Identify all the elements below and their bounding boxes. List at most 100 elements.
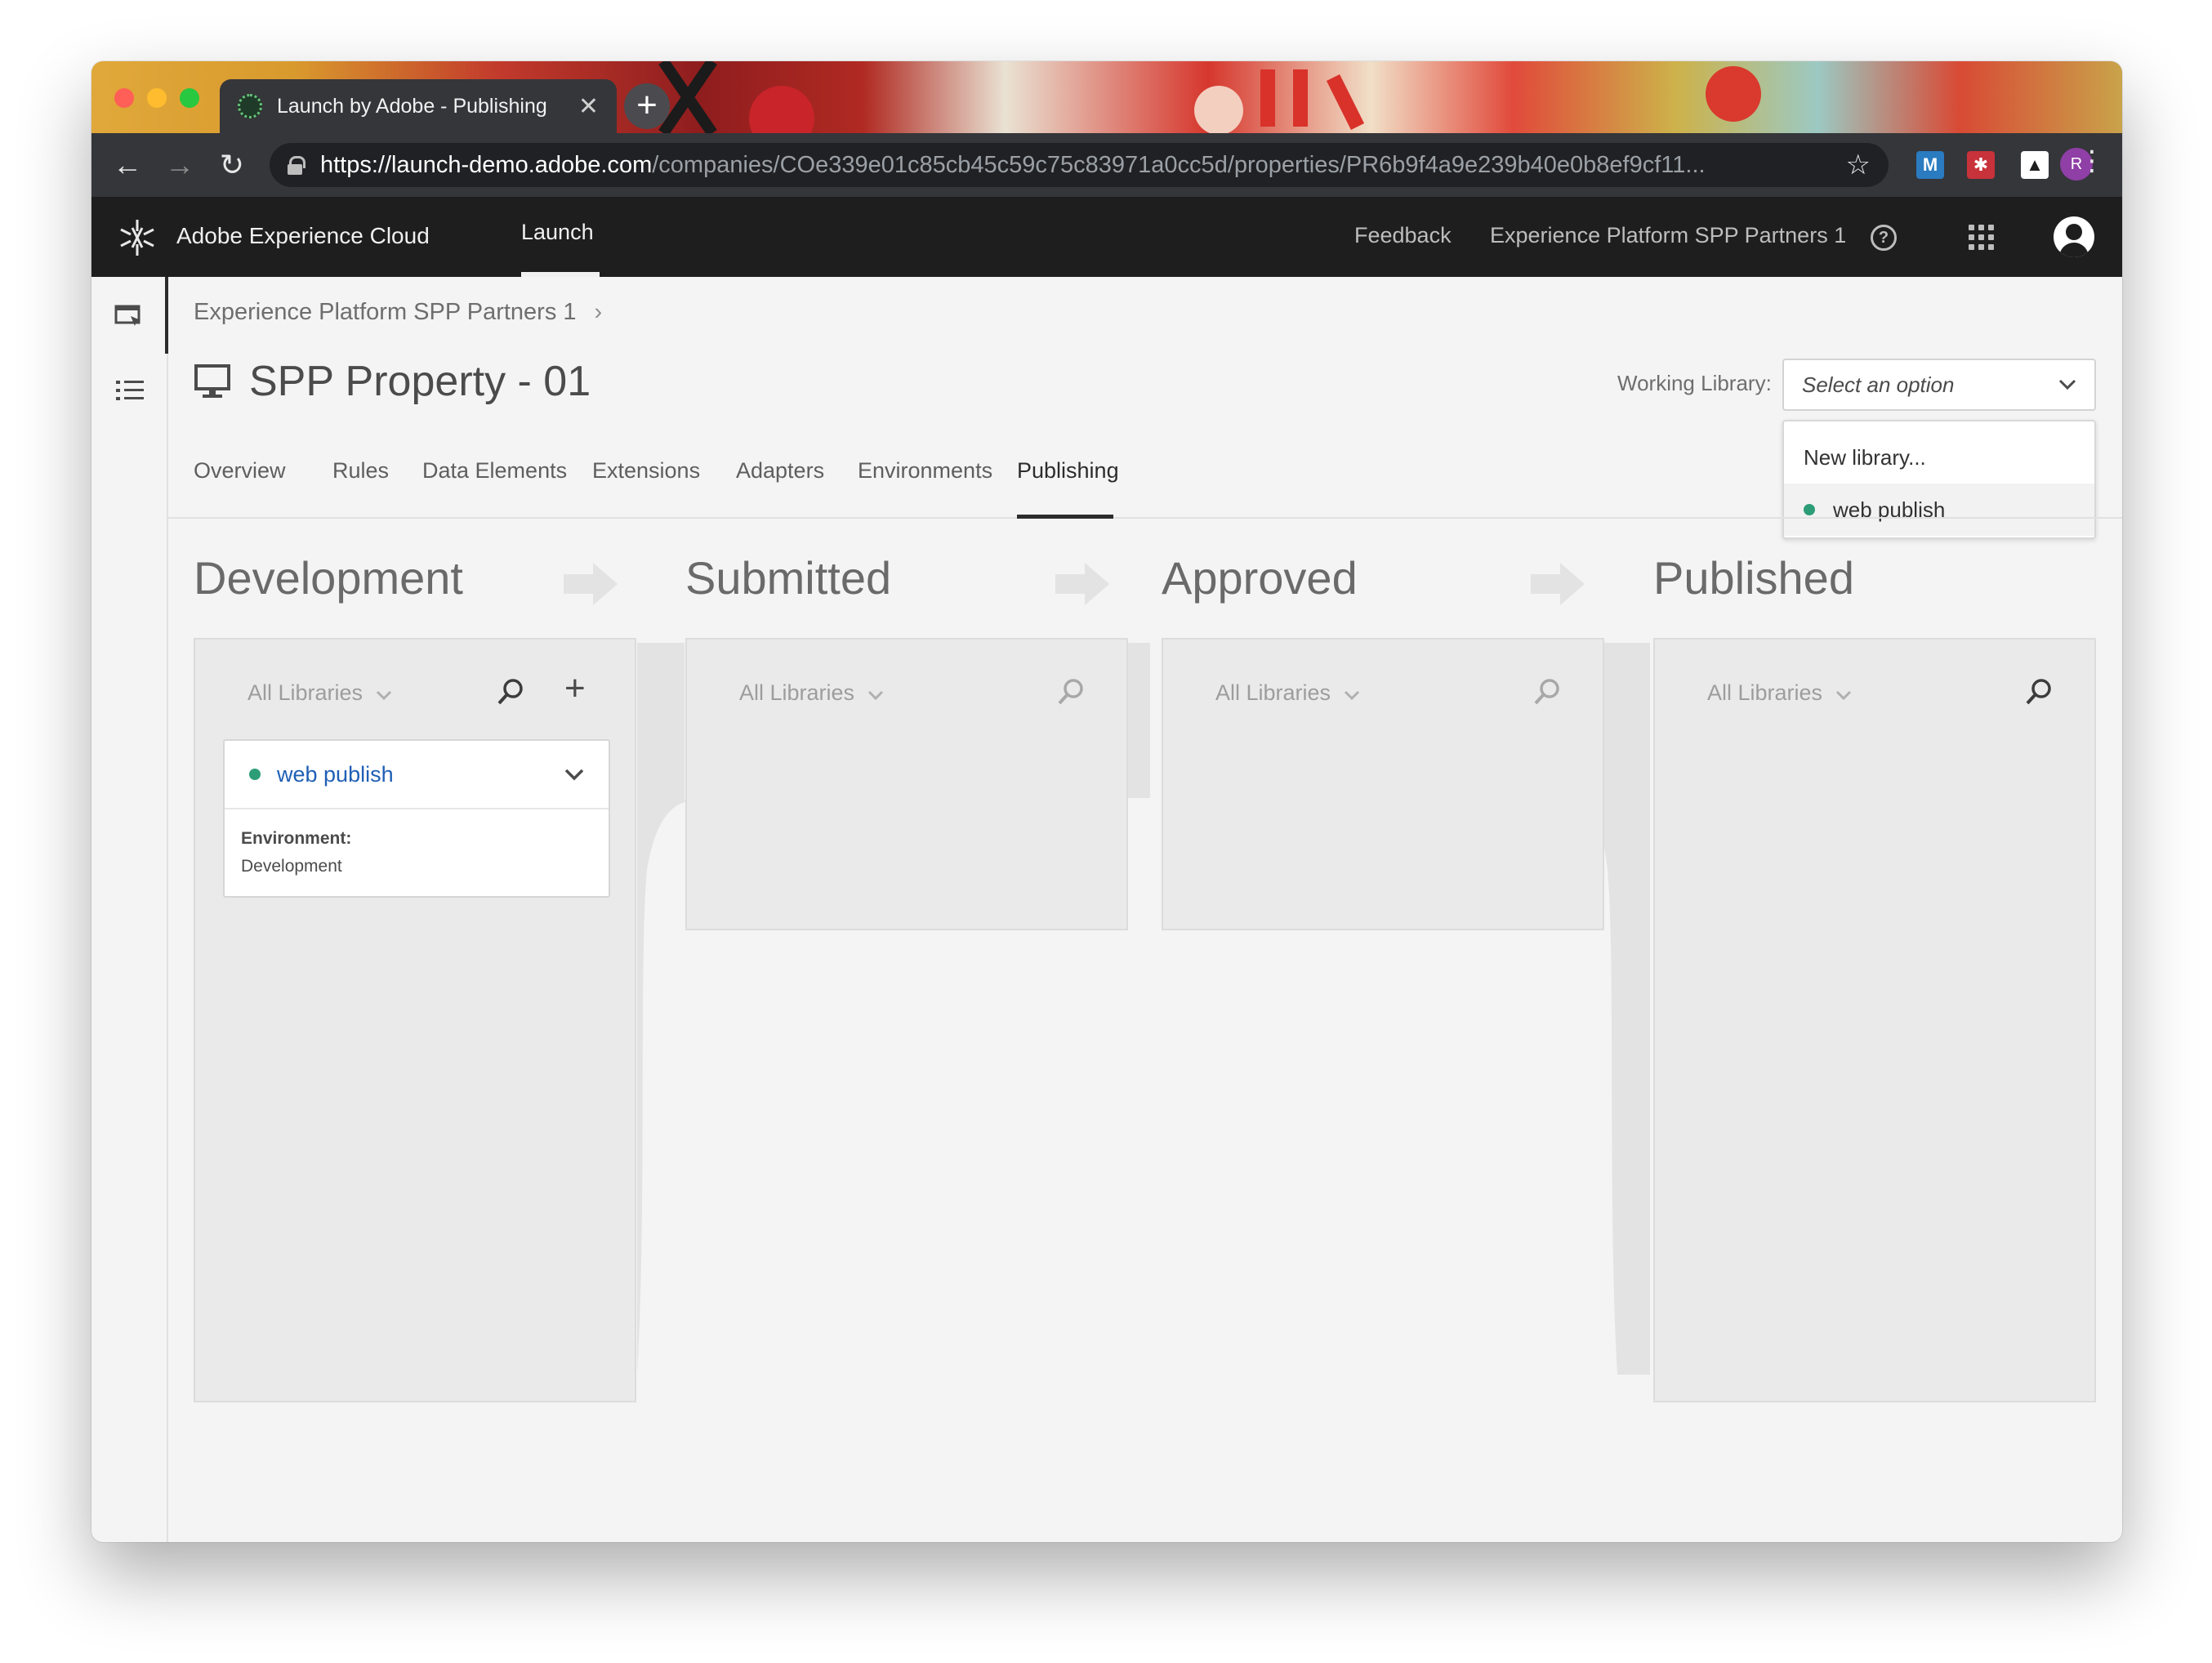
tab-publishing[interactable]: Publishing xyxy=(1017,458,1119,484)
option-new-library[interactable]: New library... xyxy=(1784,431,2094,484)
flow-arrow-icon xyxy=(1531,563,1585,605)
page-title: SPP Property - 01 xyxy=(194,357,591,406)
option-web-publish[interactable]: web publish xyxy=(1784,484,2094,536)
rail-active-indicator xyxy=(165,277,168,354)
breadcrumb: Experience Platform SPP Partners 1 › xyxy=(194,299,602,326)
tab-data-elements[interactable]: Data Elements xyxy=(422,458,567,484)
list-icon[interactable] xyxy=(116,378,145,404)
close-tab-icon[interactable]: ✕ xyxy=(578,92,599,121)
bookmark-star-icon[interactable]: ☆ xyxy=(1846,149,1871,181)
property-title: SPP Property - 01 xyxy=(249,358,591,405)
extension-triangle-icon[interactable]: ▲ xyxy=(2021,151,2049,179)
launch-favicon-icon xyxy=(238,94,262,118)
column-title-submitted: Submitted xyxy=(685,552,892,604)
library-filter-dropdown[interactable]: All Libraries xyxy=(1215,680,1360,706)
back-arrow-icon[interactable]: ← xyxy=(103,148,152,182)
browser-toolbar: ← → ↻ https://launch-demo.adobe.com/comp… xyxy=(91,133,2122,197)
window-zoom-button[interactable] xyxy=(180,88,199,108)
add-library-button[interactable]: + xyxy=(564,671,586,707)
chevron-down-icon xyxy=(1345,690,1360,700)
library-filter-dropdown[interactable]: All Libraries xyxy=(739,680,884,706)
chevron-down-icon xyxy=(868,690,884,700)
org-switcher[interactable]: Experience Platform SPP Partners 1 xyxy=(1490,223,1846,248)
url-host: https://launch-demo.adobe.com xyxy=(320,151,653,178)
search-icon[interactable] xyxy=(1532,677,1562,707)
library-card-header[interactable]: web publish xyxy=(225,741,609,809)
library-card[interactable]: web publish Environment: Development xyxy=(223,739,610,898)
column-header: All Libraries xyxy=(687,640,1126,746)
search-icon[interactable] xyxy=(496,677,525,707)
user-avatar-icon[interactable] xyxy=(2054,216,2094,257)
tab-rules[interactable]: Rules xyxy=(332,458,389,484)
status-dot-icon xyxy=(1804,504,1815,515)
chevron-down-icon xyxy=(1836,690,1852,700)
browser-tab-active[interactable]: Launch by Adobe - Publishing ✕ xyxy=(220,79,617,133)
tab-publishing-underline xyxy=(1017,515,1113,519)
working-library-dropdown: New library... web publish xyxy=(1782,420,2096,539)
column-published: All Libraries xyxy=(1653,638,2096,1402)
column-header: All Libraries + xyxy=(195,640,635,746)
search-icon[interactable] xyxy=(1056,677,1086,707)
property-icon[interactable] xyxy=(114,303,144,329)
extension-red-icon[interactable]: ✱ xyxy=(1967,151,1995,179)
browser-tab-title: Launch by Adobe - Publishing xyxy=(277,94,547,118)
tab-adapters[interactable]: Adapters xyxy=(736,458,824,484)
library-filter-label: All Libraries xyxy=(739,680,855,705)
library-filter-dropdown[interactable]: All Libraries xyxy=(248,680,392,706)
address-bar[interactable]: https://launch-demo.adobe.com/companies/… xyxy=(270,143,1889,187)
working-library-label: Working Library: xyxy=(1617,371,1772,395)
extension-m-icon[interactable]: M xyxy=(1916,151,1944,179)
chevron-down-icon[interactable] xyxy=(564,768,584,781)
status-dot-icon xyxy=(249,769,261,780)
browser-menu-icon[interactable]: ⋮ xyxy=(2078,145,2106,177)
window-close-button[interactable] xyxy=(114,88,134,108)
flow-arrow-icon xyxy=(564,563,618,605)
tab-environments[interactable]: Environments xyxy=(858,458,992,484)
new-tab-button[interactable]: + xyxy=(624,83,670,129)
column-approved: All Libraries xyxy=(1162,638,1604,930)
library-filter-label: All Libraries xyxy=(248,680,363,705)
column-submitted: All Libraries xyxy=(685,638,1128,930)
column-title-development: Development xyxy=(194,552,463,604)
forward-arrow-icon[interactable]: → xyxy=(155,148,204,182)
monitor-icon xyxy=(194,364,230,398)
window-minimize-button[interactable] xyxy=(147,88,167,108)
tabs-divider xyxy=(168,517,2122,519)
tab-overview[interactable]: Overview xyxy=(194,458,286,484)
column-header: All Libraries xyxy=(1163,640,1603,746)
chevron-down-icon xyxy=(2058,379,2076,390)
experience-cloud-logo-icon[interactable] xyxy=(116,216,158,259)
left-rail xyxy=(91,277,168,1542)
working-library-placeholder: Select an option xyxy=(1802,372,1955,397)
breadcrumb-chevron-icon: › xyxy=(594,299,603,325)
column-title-published: Published xyxy=(1653,552,1854,604)
option-new-library-label: New library... xyxy=(1804,444,1926,470)
search-icon[interactable] xyxy=(2024,677,2054,707)
reload-icon[interactable]: ↻ xyxy=(207,148,256,182)
feedback-link[interactable]: Feedback xyxy=(1354,223,1452,248)
browser-tab-strip: Launch by Adobe - Publishing ✕ + xyxy=(91,61,2122,133)
tab-extensions[interactable]: Extensions xyxy=(592,458,700,484)
library-name-link[interactable]: web publish xyxy=(277,762,564,787)
chevron-down-icon xyxy=(377,690,392,700)
environment-label: Environment: xyxy=(241,829,352,848)
nav-launch[interactable]: Launch xyxy=(521,220,594,245)
column-development: All Libraries + web publish Environment:… xyxy=(194,638,636,1402)
library-filter-label: All Libraries xyxy=(1215,680,1331,705)
library-filter-label: All Libraries xyxy=(1707,680,1823,705)
help-icon[interactable]: ? xyxy=(1871,225,1897,251)
app-grid-icon[interactable] xyxy=(1969,225,1995,251)
url-text[interactable]: https://launch-demo.adobe.com/companies/… xyxy=(320,152,1833,179)
nav-launch-underline xyxy=(521,272,600,277)
breadcrumb-org-link[interactable]: Experience Platform SPP Partners 1 xyxy=(194,299,577,325)
column-header: All Libraries xyxy=(1655,640,2094,746)
brand-name[interactable]: Adobe Experience Cloud xyxy=(176,223,430,249)
app-header: Adobe Experience Cloud Launch Feedback E… xyxy=(91,197,2122,277)
flow-arrow-icon xyxy=(1055,563,1109,605)
url-path: /companies/COe339e01c85cb45c59c75c83971a… xyxy=(652,151,1706,178)
lock-icon xyxy=(288,156,305,175)
library-filter-dropdown[interactable]: All Libraries xyxy=(1707,680,1852,706)
working-library-select[interactable]: Select an option xyxy=(1782,359,2096,411)
browser-window: Launch by Adobe - Publishing ✕ + ← → ↻ h… xyxy=(91,61,2122,1542)
column-title-approved: Approved xyxy=(1162,552,1358,604)
